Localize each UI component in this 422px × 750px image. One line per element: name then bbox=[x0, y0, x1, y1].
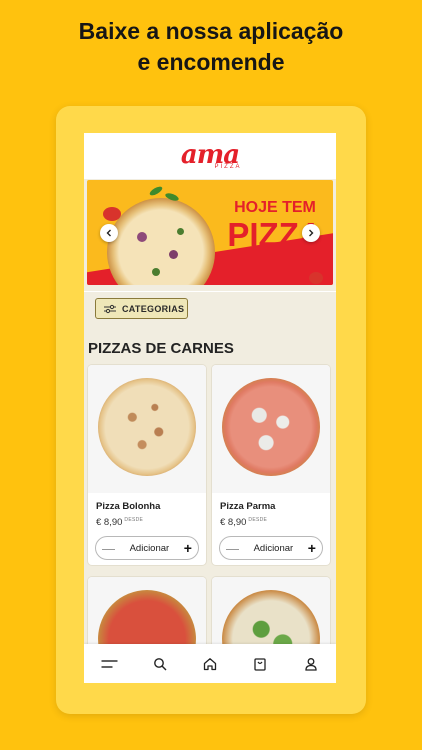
chevron-right-icon bbox=[309, 229, 314, 237]
banner-line-1: HOJE TEM bbox=[234, 199, 316, 216]
price-value: € 8,90 bbox=[220, 517, 247, 528]
basil-leaf bbox=[148, 184, 164, 198]
product-image bbox=[212, 365, 330, 493]
product-image bbox=[88, 365, 206, 493]
topping bbox=[152, 268, 160, 276]
banner-next-button[interactable] bbox=[302, 224, 320, 242]
chevron-left-icon bbox=[106, 229, 111, 237]
price-note: DESDE bbox=[124, 517, 144, 523]
product-name: Pizza Parma bbox=[220, 501, 276, 512]
product-price: € 8,90 DESDE bbox=[220, 517, 267, 528]
headline: Baixe a nossa aplicação e encomende bbox=[0, 16, 422, 78]
product-price: € 8,90 DESDE bbox=[96, 517, 143, 528]
price-value: € 8,90 bbox=[96, 517, 123, 528]
plus-icon[interactable]: + bbox=[308, 541, 316, 555]
brand-logo[interactable]: ama PIZZA bbox=[178, 142, 242, 170]
home-icon[interactable] bbox=[198, 652, 222, 676]
product-card[interactable]: Pizza Parma € 8,90 DESDE — Adicionar + bbox=[212, 365, 330, 565]
menu-icon[interactable] bbox=[97, 652, 121, 676]
categories-label: CATEGORIAS bbox=[122, 303, 185, 314]
plus-icon[interactable]: + bbox=[184, 541, 192, 555]
bag-icon[interactable] bbox=[248, 652, 272, 676]
logo-subtitle: PIZZA bbox=[214, 163, 242, 170]
section-title: PIZZAS DE CARNES bbox=[88, 340, 234, 357]
topping bbox=[169, 250, 178, 259]
add-to-cart-stepper[interactable]: — Adicionar + bbox=[219, 536, 323, 560]
topping bbox=[177, 228, 184, 235]
minus-icon[interactable]: — bbox=[102, 542, 115, 555]
add-label: Adicionar bbox=[253, 542, 294, 554]
categories-button[interactable]: CATEGORIAS bbox=[95, 298, 188, 319]
product-card[interactable]: Pizza Bolonha € 8,90 DESDE — Adicionar + bbox=[88, 365, 206, 565]
divider bbox=[84, 291, 336, 292]
headline-line-1: Baixe a nossa aplicação bbox=[78, 18, 344, 44]
product-name: Pizza Bolonha bbox=[96, 501, 161, 512]
top-bar: ama PIZZA bbox=[84, 133, 336, 179]
topping bbox=[137, 232, 147, 242]
banner-pizza-image bbox=[107, 198, 215, 285]
promo-banner[interactable]: HOJE TEM PIZZA bbox=[87, 180, 333, 285]
banner-prev-button[interactable] bbox=[100, 224, 118, 242]
add-label: Adicionar bbox=[129, 542, 170, 554]
search-icon[interactable] bbox=[148, 652, 172, 676]
user-icon[interactable] bbox=[299, 652, 323, 676]
tomato-slice bbox=[309, 272, 323, 284]
bottom-nav bbox=[84, 644, 336, 683]
pizza-parma-image bbox=[222, 378, 320, 476]
price-note: DESDE bbox=[248, 517, 268, 523]
app-screen: ama PIZZA HOJE TEM PIZZA CATEGORIAS PIZZ… bbox=[84, 133, 336, 683]
tomato-slice bbox=[103, 207, 121, 221]
headline-line-2: e encomende bbox=[137, 49, 285, 75]
filter-sliders-icon bbox=[104, 304, 116, 313]
pizza-bolonha-image bbox=[98, 378, 196, 476]
minus-icon[interactable]: — bbox=[226, 542, 239, 555]
add-to-cart-stepper[interactable]: — Adicionar + bbox=[95, 536, 199, 560]
